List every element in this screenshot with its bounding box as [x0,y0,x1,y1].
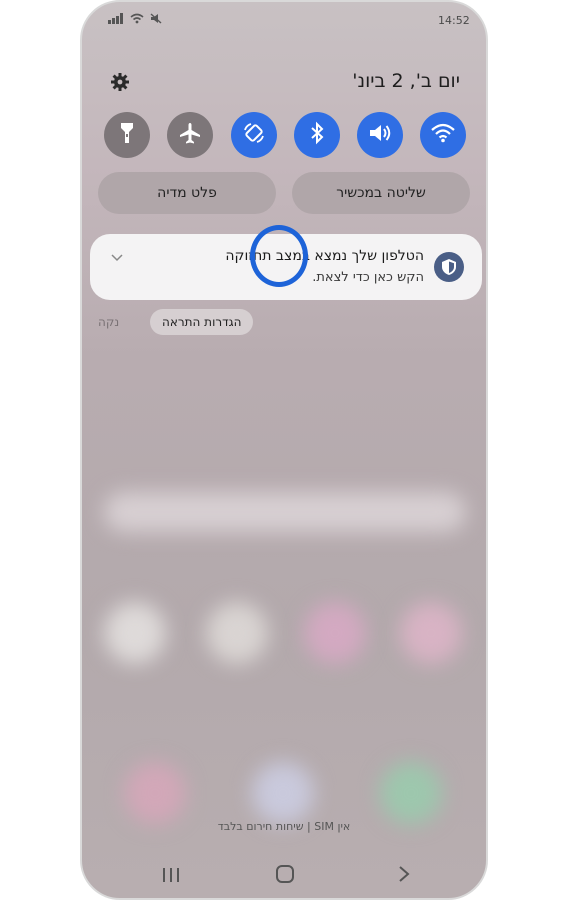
sound-toggle[interactable] [357,112,403,158]
bluetooth-toggle[interactable] [294,112,340,158]
volume-icon [368,122,392,148]
blurred-dock-icon [380,762,442,824]
wifi-toggle[interactable] [420,112,466,158]
notification-subtitle: הקש כאן כדי לצאת. [312,270,424,285]
clock: 14:52 [438,14,470,27]
blurred-app-icon [104,602,166,664]
mute-icon [150,13,162,27]
device-control-button[interactable]: שליטה במכשיר [292,172,470,214]
phone-frame: 14:52 יום ב', 2 ביונ' פלט מדיה שליטה במכ… [80,0,488,900]
recent-apps-icon[interactable] [162,867,180,882]
blurred-search-bar [104,492,466,532]
rotate-icon [242,121,266,149]
blurred-dock-icon [252,762,314,824]
quick-settings-row [104,112,466,162]
shield-icon [434,252,464,282]
flashlight-toggle[interactable] [104,112,150,158]
blurred-app-icon [400,602,462,664]
chevron-down-icon[interactable] [110,248,124,262]
wifi-icon [130,13,144,27]
status-bar: 14:52 [82,10,486,30]
flashlight-icon [118,122,136,148]
airplane-icon [179,122,201,148]
blurred-app-icon [206,602,268,664]
auto-rotate-toggle[interactable] [231,112,277,158]
navigation-bar [82,857,486,891]
status-icons [108,13,162,27]
home-icon[interactable] [276,865,294,883]
signal-icon [108,13,124,27]
sim-status-text: אין SIM | שיחות חירום בלבד [217,820,351,833]
airplane-toggle[interactable] [167,112,213,158]
device-control-label: שליטה במכשיר [336,185,426,201]
date-label: יום ב', 2 ביונ' [352,70,460,92]
blurred-app-icon [304,602,366,664]
settings-gear-icon[interactable] [110,72,130,92]
media-output-button[interactable]: פלט מדיה [98,172,276,214]
bluetooth-icon [309,121,325,149]
blurred-dock-icon [124,762,186,824]
wifi-icon [431,123,455,147]
clear-button[interactable]: נקה [98,315,119,329]
notification-settings-label: הגדרות התראה [162,315,242,329]
highlight-ring [250,225,308,287]
back-icon[interactable] [398,865,410,883]
media-output-label: פלט מדיה [157,185,217,201]
notification-settings-button[interactable]: הגדרות התראה [150,309,254,335]
